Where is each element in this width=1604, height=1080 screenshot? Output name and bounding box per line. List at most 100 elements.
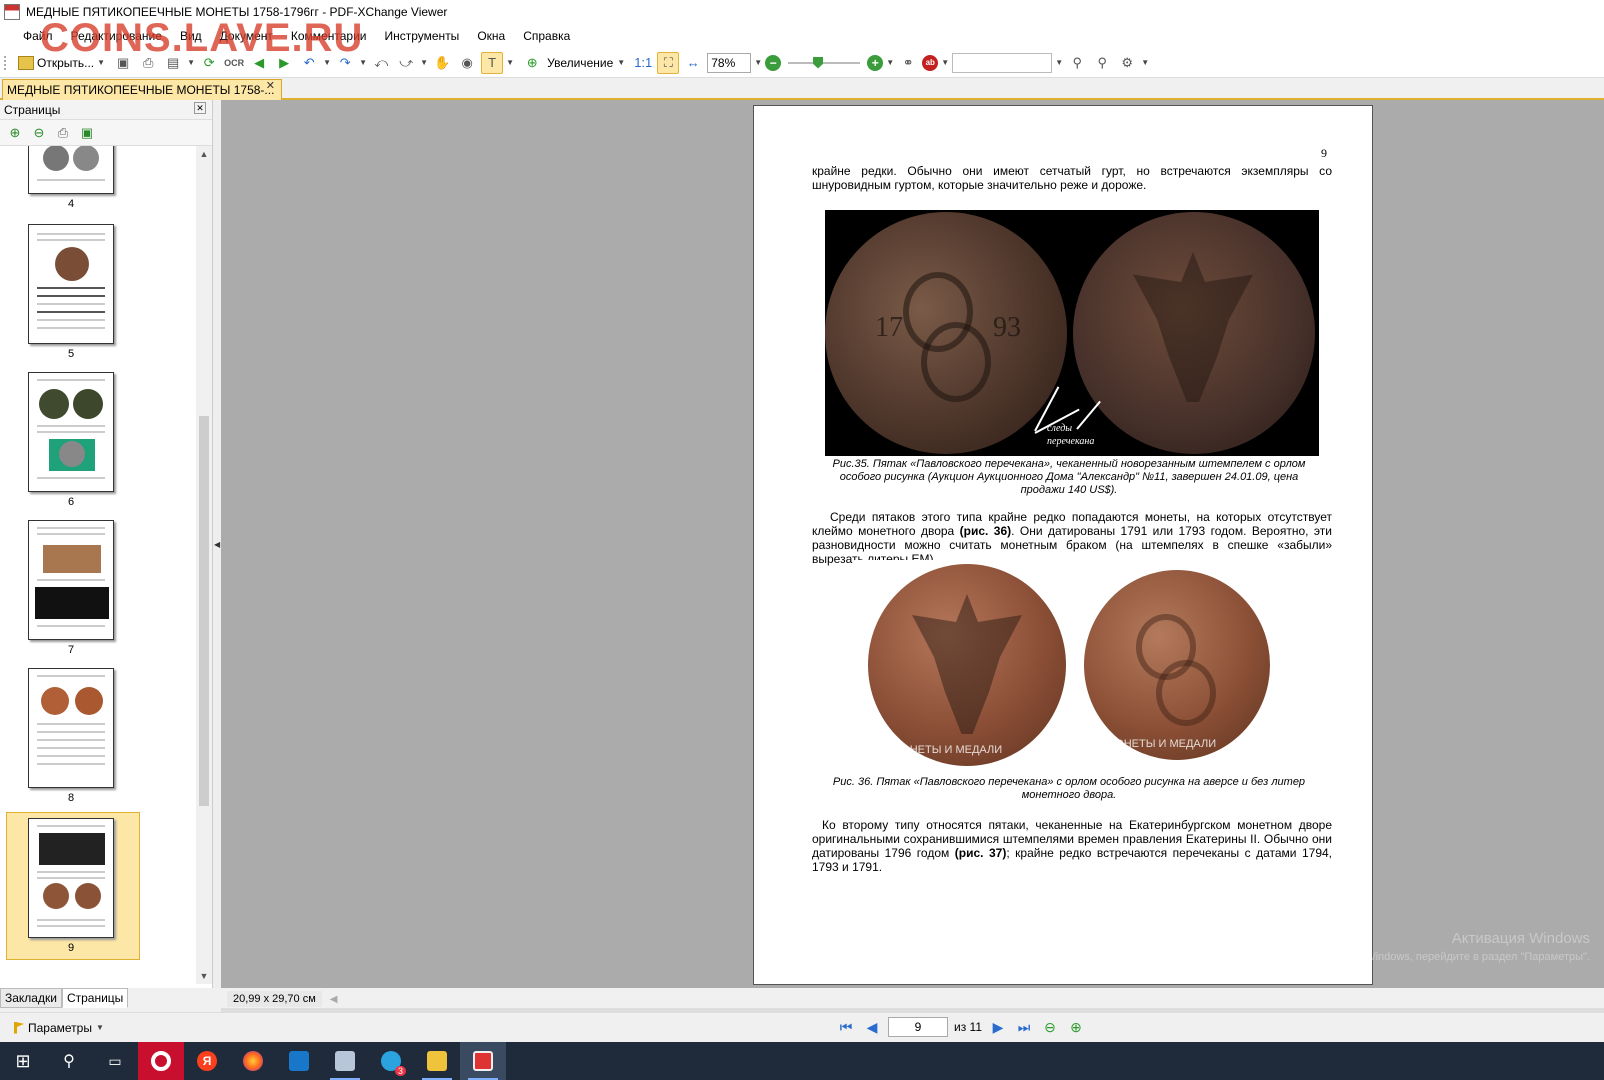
scroll-down-icon[interactable]: ▼ [196, 968, 212, 984]
binoculars-icon[interactable]: ⚭ [897, 52, 919, 74]
scan-icon[interactable]: ⟳ [198, 52, 220, 74]
chevron-down-icon[interactable]: ▼ [323, 58, 331, 67]
thumbnail-scrollbar[interactable]: ▲ ▼ [196, 146, 212, 984]
find-previous-icon[interactable]: ⚲ [1066, 52, 1088, 74]
scrollbar-thumb[interactable] [199, 416, 209, 806]
chevron-down-icon[interactable]: ▼ [941, 58, 949, 67]
scroll-left-icon[interactable]: ◀ [330, 994, 338, 1005]
rotate-right-icon[interactable]: ⤻ [395, 52, 417, 74]
fit-page-icon[interactable]: ⛶ [657, 51, 680, 74]
chevron-down-icon[interactable]: ▼ [97, 58, 105, 67]
thumbnail-page-7[interactable]: 7 [28, 520, 114, 656]
thumbnail-image [28, 668, 114, 788]
hand-tool-icon[interactable]: ✋ [431, 52, 453, 74]
chevron-down-icon[interactable]: ▼ [1055, 58, 1063, 67]
export-icon[interactable]: ▤ [162, 52, 184, 74]
next-page-icon[interactable]: ▶ [988, 1017, 1008, 1037]
zoom-in-button[interactable]: + [867, 54, 884, 71]
find-next-icon[interactable]: ⚲ [1091, 52, 1113, 74]
print-icon[interactable]: ⎙ [137, 52, 159, 74]
select-text-icon[interactable]: T [481, 51, 504, 74]
forward-icon[interactable]: ▶ [273, 52, 295, 74]
thumbnail-page-6[interactable]: 6 [28, 372, 114, 508]
collapse-panel-icon[interactable]: ◀ [214, 540, 220, 550]
tab-bookmarks[interactable]: Закладки [0, 988, 62, 1008]
zoom-out-icon[interactable]: ⊖ [30, 124, 48, 142]
open-button[interactable]: Открыть... ▼ [14, 52, 109, 74]
year-digits-right: 93 [993, 312, 1021, 343]
thumbnail-page-number: 7 [67, 644, 75, 656]
zoom-tool-label: Увеличение [547, 55, 614, 70]
chevron-down-icon[interactable]: ▼ [754, 58, 762, 67]
chevron-down-icon[interactable]: ▼ [617, 58, 625, 67]
fit-width-icon[interactable]: ↔ [682, 52, 704, 74]
menu-document[interactable]: Документ [211, 29, 282, 43]
zoom-level-input[interactable]: 78% [707, 52, 752, 73]
history-back-icon[interactable]: ⊖ [1040, 1017, 1060, 1037]
search-icon[interactable]: ⚲ [46, 1042, 92, 1080]
outlook-icon[interactable] [276, 1042, 322, 1080]
menu-windows[interactable]: Окна [468, 29, 514, 43]
paragraph-3: Ко второму типу относятся пятаки, чекане… [812, 818, 1332, 874]
last-page-icon[interactable]: ⏭ [1014, 1017, 1034, 1037]
scroll-up-icon[interactable]: ▲ [196, 146, 212, 162]
document-tab[interactable]: МЕДНЫЕ ПЯТИКОПЕЕЧНЫЕ МОНЕТЫ 1758-... ✕ [2, 79, 282, 100]
chevron-down-icon[interactable]: ▼ [506, 58, 514, 67]
menu-tools[interactable]: Инструменты [375, 29, 468, 43]
snapshot-icon[interactable]: ◉ [456, 52, 478, 74]
ocr-button[interactable]: OCR [223, 52, 245, 74]
first-page-icon[interactable]: ⏮ [836, 1017, 856, 1037]
thumbnail-page-9[interactable]: 9 [28, 818, 114, 954]
chevron-down-icon[interactable]: ▼ [420, 58, 428, 67]
spell-check-icon[interactable]: ab [922, 54, 939, 71]
opera-icon[interactable] [138, 1042, 184, 1080]
text-line [37, 755, 105, 757]
chevron-down-icon[interactable]: ▼ [187, 58, 195, 67]
chevron-down-icon[interactable]: ▼ [359, 58, 367, 67]
close-icon[interactable]: ✕ [266, 79, 275, 92]
chevron-down-icon[interactable]: ▼ [1141, 58, 1149, 67]
zoom-slider[interactable] [784, 53, 864, 73]
task-view-icon[interactable]: ▭ [92, 1042, 138, 1080]
document-viewport[interactable]: 9 крайне редки. Обычно они имеют сетчаты… [221, 100, 1604, 988]
actual-size-icon[interactable]: 1:1 [632, 52, 654, 74]
menu-edit[interactable]: Редактирование [62, 29, 171, 43]
page-number-input[interactable]: 9 [888, 1017, 948, 1037]
redo-icon[interactable]: ↷ [334, 52, 356, 74]
back-icon[interactable]: ◀ [248, 52, 270, 74]
firefox-icon[interactable] [230, 1042, 276, 1080]
menu-comments[interactable]: Комментарии [282, 29, 376, 43]
coin-image [39, 389, 69, 419]
menu-file[interactable]: Файл [14, 29, 62, 43]
scanner-icon[interactable] [322, 1042, 368, 1080]
extract-pages-icon[interactable]: ▣ [78, 124, 96, 142]
telegram-icon[interactable]: 3 [368, 1042, 414, 1080]
tab-pages[interactable]: Страницы [61, 988, 129, 1008]
start-icon[interactable]: ⊞ [0, 1042, 46, 1080]
previous-page-icon[interactable]: ◀ [862, 1017, 882, 1037]
save-icon[interactable]: ▣ [112, 52, 134, 74]
zoom-out-button[interactable]: − [765, 54, 782, 71]
thumbnail-page-5[interactable]: 5 [28, 224, 114, 360]
chevron-down-icon[interactable]: ▼ [886, 58, 894, 67]
zoom-slider-thumb[interactable] [813, 56, 824, 69]
print-pages-icon[interactable]: ⎙ [54, 124, 72, 142]
thumbnail-page-4[interactable]: 4 [28, 146, 114, 210]
menu-help[interactable]: Справка [514, 29, 579, 43]
pdf-xchange-icon[interactable] [460, 1042, 506, 1080]
zoom-in-icon[interactable]: ⊕ [6, 124, 24, 142]
settings-icon[interactable]: ⚙ [1116, 52, 1138, 74]
panel-splitter[interactable]: ◀ [213, 100, 221, 988]
close-icon[interactable]: ✕ [194, 102, 206, 114]
thumbnail-image [28, 520, 114, 640]
parameters-button[interactable]: Параметры ▼ [14, 1021, 104, 1035]
undo-icon[interactable]: ↶ [298, 52, 320, 74]
thumbnail-page-8[interactable]: 8 [28, 668, 114, 804]
rotate-left-icon[interactable]: ⤺ [370, 52, 392, 74]
history-forward-icon[interactable]: ⊕ [1066, 1017, 1086, 1037]
zoom-tool-button[interactable]: ⊕ Увеличение ▼ [517, 52, 629, 74]
explorer-icon[interactable] [414, 1042, 460, 1080]
menu-view[interactable]: Вид [171, 29, 211, 43]
search-input[interactable] [952, 52, 1053, 73]
yandex-icon[interactable]: Я [184, 1042, 230, 1080]
